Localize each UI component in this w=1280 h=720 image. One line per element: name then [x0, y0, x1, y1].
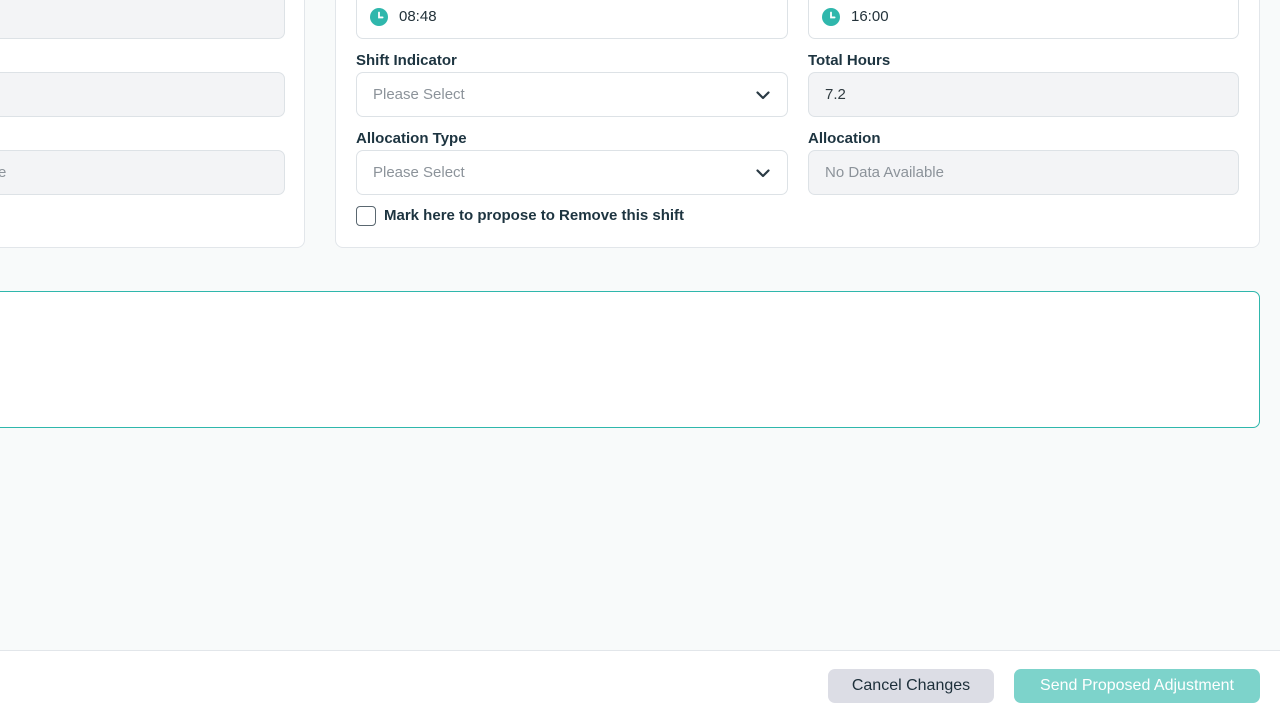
allocation-type-select[interactable]: Please Select: [356, 150, 788, 195]
allocation-label: Allocation: [808, 130, 881, 147]
left-field-3-text: e: [0, 164, 7, 181]
clock-icon: [822, 7, 840, 26]
total-hours-label: Total Hours: [808, 52, 891, 69]
start-time-value: 08:48: [399, 8, 437, 25]
clock-icon: [370, 7, 388, 26]
comments-textarea[interactable]: [0, 291, 1260, 428]
allocation-value: No Data Available: [825, 164, 944, 181]
left-field-3[interactable]: e: [0, 150, 285, 195]
left-field-1[interactable]: [0, 0, 285, 39]
end-time-input[interactable]: 16:00: [808, 0, 1239, 39]
left-form-panel: e: [0, 0, 305, 248]
end-time-value: 16:00: [851, 8, 889, 25]
remove-shift-checkbox[interactable]: [356, 206, 376, 226]
allocation-field: No Data Available: [808, 150, 1239, 195]
allocation-type-label: Allocation Type: [356, 130, 467, 147]
shift-indicator-label: Shift Indicator: [356, 52, 457, 69]
total-hours-field: 7.2: [808, 72, 1239, 117]
chevron-down-icon: [756, 91, 770, 100]
start-time-input[interactable]: 08:48: [356, 0, 788, 39]
chevron-down-icon: [756, 169, 770, 178]
cancel-changes-button[interactable]: Cancel Changes: [828, 669, 994, 703]
left-field-2[interactable]: [0, 72, 285, 117]
shift-indicator-select[interactable]: Please Select: [356, 72, 788, 117]
remove-shift-label[interactable]: Mark here to propose to Remove this shif…: [384, 207, 684, 224]
footer-actions: Cancel Changes Send Proposed Adjustment: [0, 650, 1280, 720]
allocation-type-placeholder: Please Select: [373, 164, 465, 181]
total-hours-value: 7.2: [825, 86, 846, 103]
shift-indicator-placeholder: Please Select: [373, 86, 465, 103]
send-proposed-adjustment-button[interactable]: Send Proposed Adjustment: [1014, 669, 1260, 703]
